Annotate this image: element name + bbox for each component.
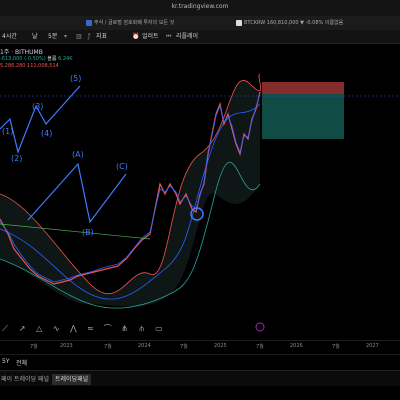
tradingview-icon bbox=[236, 19, 242, 26]
browser-tab-2[interactable]: BTCKRW 160,810,000 ▼ -0.08% 이름없음 bbox=[236, 18, 356, 28]
chart-toolbar: 4시간 날 5분 ▾ ▥ ƒ 지표 ⏰ 얼러트 ⏮ 리플레이 bbox=[0, 30, 400, 44]
volume-label: 볼륨 bbox=[47, 56, 57, 62]
range-all-button[interactable]: 전체 bbox=[16, 358, 27, 367]
replay-icon[interactable]: ⏮ bbox=[166, 31, 171, 42]
site-icon bbox=[86, 19, 92, 26]
pitchfork-tool-icon[interactable]: ⫛ bbox=[137, 324, 147, 334]
time-tick: 7월 bbox=[256, 344, 264, 350]
time-tick: 7월 bbox=[180, 344, 188, 350]
indicator-button[interactable]: 지표 bbox=[96, 31, 107, 42]
wave-label-5: (5) bbox=[70, 74, 82, 83]
price-change-value: -613,000 (-0.50%) bbox=[0, 56, 46, 62]
time-tick: 2024 bbox=[138, 343, 151, 349]
browser-tab-strip: 주식 / 글로벌 암호화폐 투자의 모든 것 BTCKRW 160,810,00… bbox=[0, 16, 400, 31]
interval-5m-button[interactable]: 5분 bbox=[48, 31, 57, 42]
replay-marker-icon[interactable] bbox=[255, 322, 265, 332]
url-text[interactable]: kr.tradingview.com bbox=[150, 3, 250, 10]
time-tick: 2023 bbox=[60, 343, 73, 349]
interval-4h-button[interactable]: 4시간 bbox=[2, 31, 17, 42]
drawing-toolbar: ⟋ ↗ △ ∿ ⋀ ≈ ⌒ ⋔ ⫛ ▭ bbox=[0, 316, 166, 333]
wave-tool-icon[interactable]: ∿ bbox=[51, 324, 61, 334]
time-tick: 2027 bbox=[366, 343, 379, 349]
bottom-area bbox=[0, 386, 400, 400]
indicator-values: 5,286,280 111,008,514 bbox=[0, 63, 59, 69]
chevron-down-icon[interactable]: ▾ bbox=[64, 31, 67, 42]
bottom-panel-tabs: 페이 트레이딩 패널 트레이딩패널 bbox=[0, 370, 400, 387]
wave-label-b: (B) bbox=[82, 228, 94, 237]
candle-type-icon[interactable]: ▥ bbox=[76, 31, 82, 42]
time-tick: 2026 bbox=[290, 343, 303, 349]
range-5y-button[interactable]: 5Y bbox=[2, 358, 9, 365]
wave-label-a: (A) bbox=[72, 150, 84, 159]
chart-canvas[interactable] bbox=[0, 44, 400, 340]
time-tick: 7월 bbox=[332, 344, 340, 350]
arrow-tool-icon[interactable]: ↗ bbox=[17, 324, 27, 334]
trading-panel-tab[interactable]: 트레이딩패널 bbox=[52, 374, 92, 385]
price-change: -613,000 (-0.50%) 볼륨 6.24K bbox=[0, 55, 72, 62]
alert-icon[interactable]: ⏰ bbox=[132, 31, 139, 42]
fib-tool-icon[interactable]: ⋔ bbox=[120, 324, 130, 334]
time-tick: 7월 bbox=[104, 344, 112, 350]
triangle-tool-icon[interactable]: △ bbox=[34, 324, 44, 334]
browser-address-bar: kr.tradingview.com bbox=[0, 0, 400, 17]
position-target-zone[interactable] bbox=[262, 94, 344, 139]
time-tick: 7월 bbox=[30, 344, 38, 350]
time-axis[interactable]: 7월 2023 7월 2024 7월 2025 7월 2026 7월 2027 bbox=[0, 340, 400, 353]
indicator-legend: 5,286,280 111,008,514 bbox=[0, 63, 59, 69]
price-chart[interactable] bbox=[0, 44, 400, 340]
pattern-tool-icon[interactable]: ⋀ bbox=[68, 324, 78, 334]
time-tick: 2025 bbox=[214, 343, 227, 349]
browser-tab-1[interactable]: 주식 / 글로벌 암호화폐 투자의 모든 것 bbox=[86, 18, 206, 28]
rect-tool-icon[interactable]: ▭ bbox=[154, 324, 164, 334]
wave-label-4: (4) bbox=[41, 129, 53, 138]
browser-tab-1-label: 주식 / 글로벌 암호화폐 투자의 모든 것 bbox=[94, 20, 175, 26]
replay-button[interactable]: 리플레이 bbox=[176, 31, 198, 42]
wave-abc-tool-icon[interactable]: ≈ bbox=[85, 324, 95, 334]
wave-label-2: (2) bbox=[11, 154, 23, 163]
volume-value: 6.24K bbox=[58, 56, 73, 62]
trend-tool-icon[interactable]: ⟋ bbox=[0, 324, 10, 334]
interval-day-button[interactable]: 날 bbox=[32, 31, 38, 42]
wave-label-3: (3) bbox=[32, 102, 44, 111]
browser-tab-2-label: BTCKRW 160,810,000 ▼ -0.08% 이름없음 bbox=[244, 20, 344, 26]
position-stop-zone[interactable] bbox=[262, 82, 344, 94]
wave-label-c: (C) bbox=[116, 162, 128, 171]
range-bar: 5Y 전체 bbox=[0, 354, 400, 369]
alert-button[interactable]: 얼러트 bbox=[142, 31, 159, 42]
cycle-tool-icon[interactable]: ⌒ bbox=[103, 324, 113, 334]
elliott-wave-abc[interactable] bbox=[27, 162, 127, 224]
indicator-icon[interactable]: ƒ bbox=[88, 31, 90, 42]
wave-label-1: (1) bbox=[2, 127, 14, 136]
pine-panel-tab[interactable]: 페이 트레이딩 패널 bbox=[0, 374, 52, 385]
